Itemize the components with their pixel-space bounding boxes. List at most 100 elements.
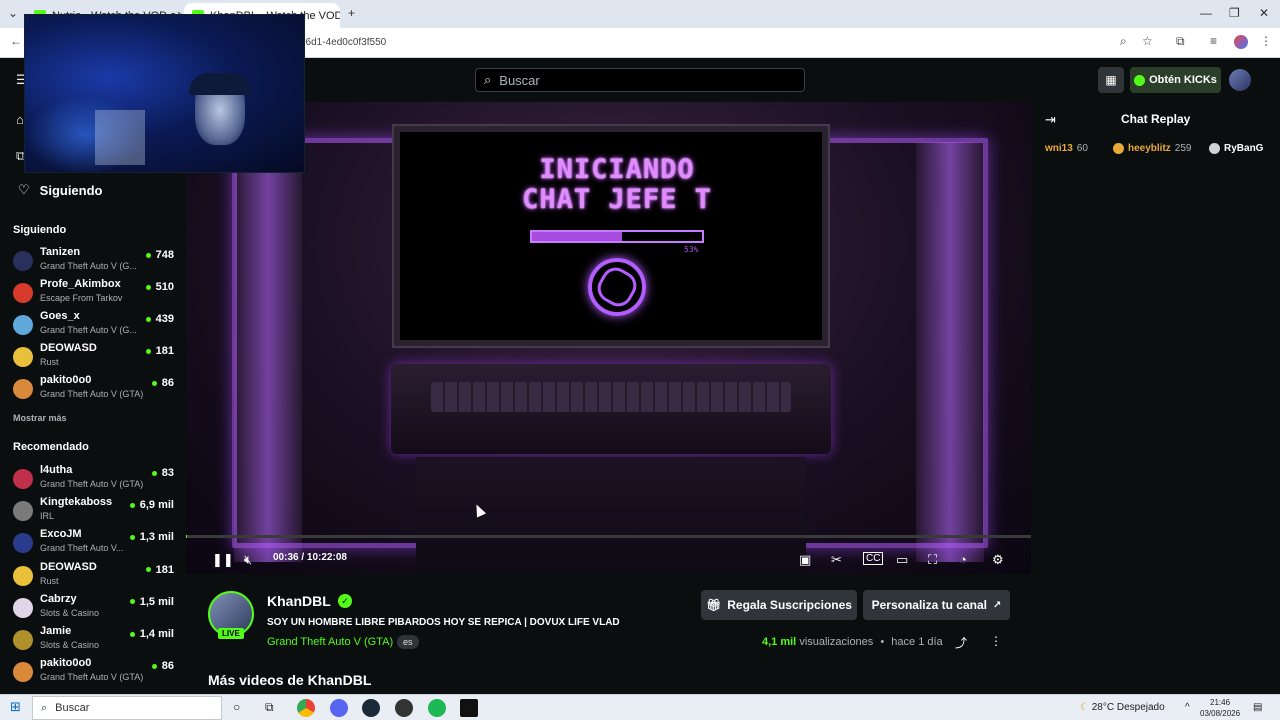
gift-icon: 🎁︎ [706, 598, 722, 612]
viewer-count: 1,3 mil [129, 531, 174, 543]
viewer-count-value: 83 [161, 467, 174, 479]
tray-chevron-icon[interactable]: ^ [1185, 702, 1190, 713]
mute-icon[interactable]: 🔇︎ [244, 552, 252, 568]
gift-subs-label: Regala Suscripciones [727, 598, 852, 612]
gifter-name: heeyblitz [1128, 143, 1171, 154]
live-dot-icon [129, 502, 135, 508]
category-link[interactable]: Grand Theft Auto V (GTA) [267, 636, 393, 648]
sidebar-channel-row[interactable]: Cabrzy Slots & Casino 1,5 mil [0, 593, 186, 625]
channel-name[interactable]: KhanDBL [267, 593, 331, 609]
captions-icon[interactable]: CC [863, 552, 884, 565]
back-icon[interactable]: ← [10, 34, 22, 48]
notifications-icon[interactable]: ▤ [1253, 702, 1262, 713]
top-gifter-1[interactable]: wni13 60 [1045, 143, 1088, 154]
browse-button[interactable]: ▦ [1098, 67, 1124, 93]
kick-app-icon[interactable] [460, 699, 478, 717]
live-dot-icon [145, 252, 151, 258]
task-view-icon[interactable]: ⧉ [265, 700, 274, 715]
sidebar-channel-row[interactable]: DEOWASD Rust 181 [0, 342, 186, 374]
channel-avatar [13, 251, 33, 271]
playback-speed-icon[interactable]: ◔ [959, 552, 967, 567]
webcam-overlay [24, 14, 305, 173]
sidebar-channel-row[interactable]: Kingtekaboss IRL 6,9 mil [0, 496, 186, 528]
sidebar-channel-row[interactable]: pakito0o0 Grand Theft Auto V (GTA) 86 [0, 657, 186, 689]
verified-badge-icon: ✓ [338, 594, 352, 608]
seek-bar[interactable] [186, 535, 1031, 538]
customize-channel-button[interactable]: Personaliza tu canal ↗ [863, 590, 1010, 620]
sidebar-channel-row[interactable]: Profe_Akimbox Escape From Tarkov 510 [0, 278, 186, 310]
settings-gear-icon[interactable]: ⚙ [992, 552, 1004, 568]
new-tab-icon[interactable]: + [348, 6, 355, 20]
show-more-link[interactable]: Mostrar más [13, 413, 67, 423]
dot-separator: • [880, 636, 885, 648]
miniplayer-icon[interactable]: ▣ [799, 552, 811, 568]
pause-icon[interactable]: ❚❚ [212, 552, 234, 568]
viewer-count-value: 86 [161, 660, 174, 673]
live-dot-icon [145, 348, 151, 354]
minimize-icon[interactable]: — [1200, 6, 1212, 20]
clip-icon[interactable]: ✂ [831, 552, 842, 568]
spotify-app-icon[interactable] [428, 699, 446, 717]
discord-app-icon[interactable] [330, 699, 348, 717]
windows-start-icon[interactable]: ⊞ [10, 699, 21, 715]
channel-game: Slots & Casino [40, 607, 100, 618]
bookmark-star-icon[interactable]: ☆ [1142, 34, 1153, 48]
channel-avatar [13, 662, 33, 683]
share-icon[interactable]: ⤴ [955, 634, 967, 651]
zoom-icon[interactable]: ⌕ [1120, 34, 1127, 49]
restore-icon[interactable]: ❐ [1229, 6, 1240, 20]
channel-avatar [13, 283, 33, 303]
tab-search-icon[interactable]: ⌄ [8, 6, 18, 20]
sidebar-channel-row[interactable]: Tanizen Grand Theft Auto V (G... 748 [0, 246, 186, 278]
taskbar-search[interactable]: ⌕ Buscar [32, 696, 222, 720]
top-gifter-2[interactable]: heeyblitz 259 [1113, 143, 1191, 154]
sidebar-channel-row[interactable]: ExcoJM Grand Theft Auto V... 1,3 mil [0, 528, 186, 560]
chrome-app-icon[interactable] [297, 699, 315, 717]
viewer-count: 1,4 mil [129, 628, 174, 640]
sidebar-channel-row[interactable]: DEOWASD Rust 181 [0, 561, 186, 593]
collapse-chat-icon[interactable]: ⇥ [1045, 112, 1056, 128]
time-ago: hace 1 día [891, 636, 943, 648]
more-options-icon[interactable]: ⋮ [990, 634, 1002, 648]
media-icon[interactable]: ≡ [1210, 34, 1217, 48]
viewer-count-value: 748 [155, 249, 174, 261]
sidebar-channel-row[interactable]: l4utha Grand Theft Auto V (GTA) 83 [0, 464, 186, 496]
sidebar-channel-row[interactable]: Jamie Slots & Casino 1,4 mil [0, 625, 186, 657]
extensions-icon[interactable]: ⧉ [1176, 34, 1185, 49]
obs-app-icon[interactable] [395, 699, 413, 717]
language-tag[interactable]: es [397, 635, 419, 649]
channel-name: Kingtekaboss [40, 496, 113, 509]
sidebar-item-following[interactable]: ♡ Siguiendo [18, 182, 103, 198]
user-avatar[interactable] [1229, 69, 1251, 91]
time-current: 00:36 [273, 552, 299, 563]
gift-subs-button[interactable]: 🎁︎ Regala Suscripciones [701, 590, 857, 620]
fullscreen-icon[interactable]: ⛶ [928, 552, 937, 568]
url-text[interactable]: e6d1-4ed0c0f3f550 [300, 37, 386, 48]
stream-title: SOY UN HOMBRE LIBRE PIBARDOS HOY SE REPI… [267, 617, 620, 628]
channel-name: Tanizen [40, 246, 81, 258]
channel-name: l4utha [40, 464, 73, 476]
sidebar-channel-row[interactable]: pakito0o0 Grand Theft Auto V (GTA) 86 [0, 374, 186, 406]
search-input[interactable]: ⌕ Buscar [475, 68, 805, 92]
cortana-icon[interactable]: ○ [233, 700, 240, 714]
browser-profile-avatar[interactable] [1234, 35, 1248, 49]
home-icon[interactable]: ⌂ [16, 112, 24, 127]
theater-mode-icon[interactable]: ▭ [896, 552, 908, 568]
chrome-menu-icon[interactable]: ⋮ [1260, 34, 1272, 48]
sidebar-channel-row[interactable]: Goes_x Grand Theft Auto V (G... 439 [0, 310, 186, 342]
clock-date: 03/08/2026 [1200, 709, 1241, 718]
kicks-coin-icon [1134, 74, 1146, 86]
system-clock[interactable]: 21:46 03/08/2026 [1200, 697, 1240, 719]
top-gifter-3[interactable]: RyBanG [1209, 143, 1263, 154]
external-link-icon: ↗ [993, 599, 1002, 611]
steam-app-icon[interactable] [362, 699, 380, 717]
channel-name: Goes_x [40, 310, 80, 322]
video-player[interactable]: INICIANDO CHAT JEFE T 53% ❚❚ 🔇︎ 00:36 / … [186, 102, 1031, 574]
get-kicks-button[interactable]: Obtén KICKs [1130, 67, 1221, 93]
channel-game: Grand Theft Auto V (G... [40, 325, 137, 335]
close-window-icon[interactable]: ✕ [1259, 6, 1269, 20]
channel-game: Escape From Tarkov [40, 293, 123, 303]
weather-widget[interactable]: ☾ 28°C Despejado [1080, 702, 1165, 713]
live-dot-icon [129, 534, 135, 540]
live-dot-icon [151, 663, 157, 669]
